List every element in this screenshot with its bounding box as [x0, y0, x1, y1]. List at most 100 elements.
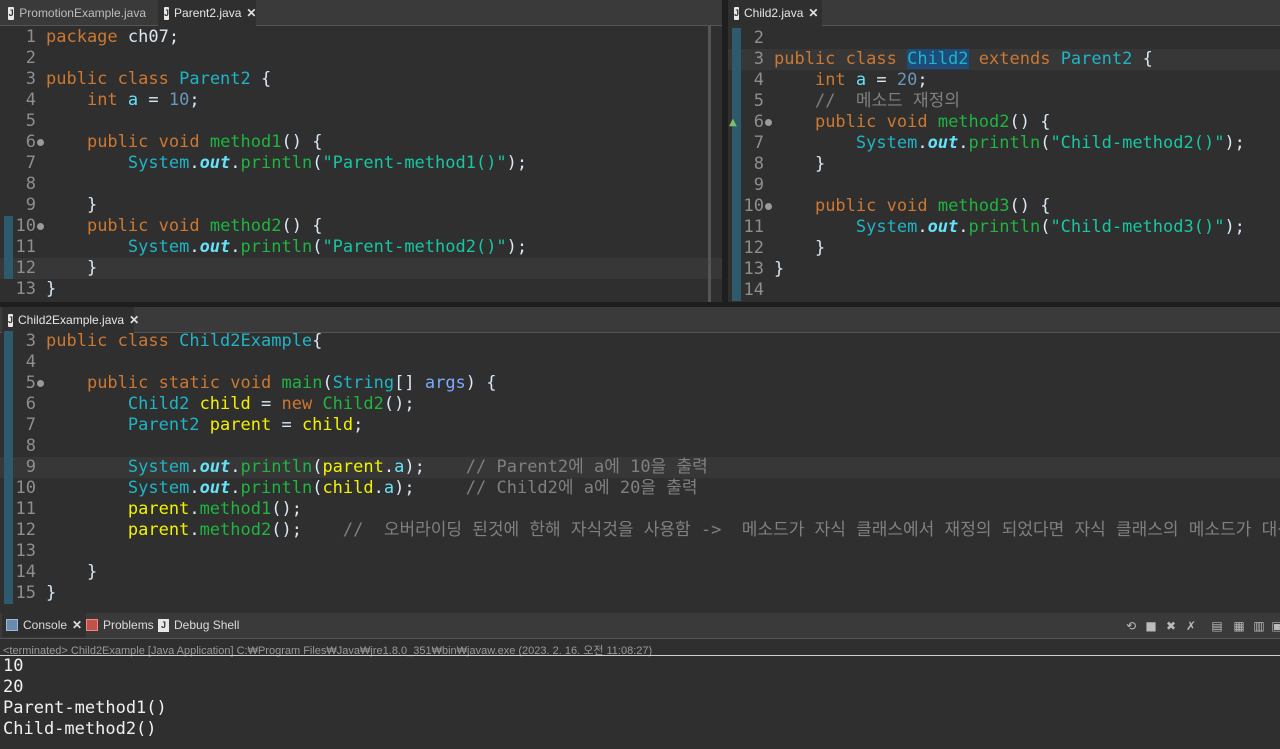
code-token: { [250, 69, 272, 89]
code-line[interactable]: 11 parent.method1(); [0, 499, 1280, 520]
scroll-lock-icon[interactable]: ▥ [1252, 619, 1266, 633]
code-text: } [46, 258, 97, 279]
code-token: (); [383, 394, 415, 414]
fold-toggle-icon[interactable] [37, 223, 44, 230]
code-text: parent.method1(); [46, 499, 302, 520]
tab-label: PromotionExample.java [19, 6, 146, 20]
code-line[interactable]: 13} [0, 279, 722, 300]
code-line[interactable]: 12 parent.method2(); // 오버라이딩 된것에 한해 자식것… [0, 520, 1280, 541]
tab-problems[interactable]: Problems [82, 613, 158, 637]
code-token: method1 [199, 499, 272, 519]
code-line[interactable]: 8 } [728, 154, 1280, 175]
code-line[interactable]: 7 System.out.println("Parent-method1()")… [0, 153, 722, 174]
tab-console[interactable]: Console ✕ [2, 613, 87, 637]
change-marker [4, 583, 13, 604]
code-editor[interactable]: 1 package ch07; 2 3 public class Parent2 {4 … [0, 26, 722, 302]
line-number: 9 [25, 195, 36, 215]
code-line[interactable]: 8 [0, 436, 1280, 457]
code-line[interactable]: 7 System.out.println("Child-method2()"); [728, 133, 1280, 154]
code-line[interactable]: 5 public static void main(String[] args)… [0, 373, 1280, 394]
code-token: . [189, 237, 200, 257]
code-token: ); [1224, 217, 1245, 237]
code-line[interactable]: 4 int a = 10; [0, 90, 722, 111]
vertical-scrollbar[interactable] [708, 26, 711, 302]
code-line[interactable]: 13} [728, 259, 1280, 280]
fold-toggle-icon[interactable] [765, 203, 772, 210]
fold-toggle-icon[interactable] [37, 380, 44, 387]
console-tabbar: Console ✕ Problems J Debug Shell ⟲ ■ ✖ ✗… [0, 613, 1280, 639]
code-text: System.out.println("Child-method3()"); [774, 217, 1245, 238]
code-token: . [189, 520, 200, 540]
tab-parent2[interactable]: J Parent2.java ✕ [158, 0, 256, 26]
code-line[interactable]: 8 [0, 174, 722, 195]
fold-toggle-icon[interactable] [37, 139, 44, 146]
remove-all-icon[interactable]: ✗ [1184, 619, 1198, 633]
code-line[interactable]: 9 [728, 175, 1280, 196]
code-token: // Parent2에 a에 10을 출력 [465, 457, 708, 477]
code-line[interactable]: 3 public class Child2 extends Parent2 { [728, 49, 1280, 70]
code-line[interactable]: 4 int a = 20; [728, 70, 1280, 91]
paste-icon[interactable]: ▦ [1232, 619, 1246, 633]
tab-child2[interactable]: J Child2.java ✕ [728, 0, 822, 26]
line-number: 11 [15, 237, 36, 257]
code-line[interactable]: 11 System.out.println("Parent-method2()"… [0, 237, 722, 258]
code-line[interactable]: 11 System.out.println("Child-method3()")… [728, 217, 1280, 238]
code-line[interactable]: 5 // 메소드 재정의 [728, 91, 1280, 112]
code-line[interactable]: 10 public void method2() { [0, 216, 722, 237]
tab-label: Parent2.java [174, 6, 242, 20]
code-line[interactable]: 14 [728, 280, 1280, 301]
code-token: Child2 [907, 49, 969, 69]
code-line[interactable]: 3 public class Parent2 { [0, 69, 722, 90]
close-icon[interactable]: ✕ [808, 6, 818, 20]
code-line[interactable]: ▲ 6 public void method2() { [728, 112, 1280, 133]
code-token: "Child-method2()" [1050, 133, 1225, 153]
code-line[interactable]: 5 [0, 111, 722, 132]
code-line[interactable]: 3 public class Child2Example{ [0, 331, 1280, 352]
code-token: println [240, 153, 313, 173]
change-marker [4, 562, 13, 583]
code-line[interactable]: 6 Child2 child = new Child2(); [0, 394, 1280, 415]
tab-promotion-example[interactable]: J PromotionExample.java [2, 0, 152, 26]
code-line[interactable]: 2 [728, 28, 1280, 49]
code-line[interactable]: 9 System.out.println(parent.a); // Paren… [0, 457, 1280, 478]
code-token: out [927, 217, 959, 237]
code-line[interactable]: 4 [0, 352, 1280, 373]
remove-launch-icon[interactable]: ✖ [1164, 619, 1178, 633]
code-token: = [866, 70, 897, 90]
code-token: . [230, 478, 241, 498]
pin-icon[interactable]: ⟲ [1124, 619, 1138, 633]
code-editor[interactable]: 3 public class Child2Example{4 5 public st… [0, 329, 1280, 610]
code-line[interactable]: 13 [0, 541, 1280, 562]
code-token: method2 [937, 112, 1010, 132]
line-number: 6 [25, 394, 36, 414]
code-line[interactable]: 6 public void method1() { [0, 132, 722, 153]
tab-debug-shell[interactable]: J Debug Shell [154, 613, 243, 637]
code-line[interactable]: 12 } [728, 238, 1280, 259]
code-line[interactable]: 10 System.out.println(child.a); // Child… [0, 478, 1280, 499]
override-icon[interactable]: ▲ [729, 112, 737, 133]
problems-icon [86, 619, 98, 631]
display-console-icon[interactable]: ▣ [1270, 619, 1280, 633]
line-number: 14 [15, 562, 36, 582]
code-line[interactable]: 9 } [0, 195, 722, 216]
code-line[interactable]: 15} [0, 583, 1280, 604]
console-pane: Console ✕ Problems J Debug Shell ⟲ ■ ✖ ✗… [0, 613, 1280, 749]
close-icon[interactable]: ✕ [72, 618, 82, 632]
code-line[interactable]: 2 [0, 48, 722, 69]
line-number: 4 [25, 352, 36, 372]
code-line[interactable]: 1 package ch07; [0, 27, 722, 48]
code-line[interactable]: 12 } [0, 258, 722, 279]
close-icon[interactable]: ✕ [246, 6, 256, 20]
code-line[interactable]: 10 public void method3() { [728, 196, 1280, 217]
close-icon[interactable]: ✕ [129, 313, 139, 327]
copy-icon[interactable]: ▤ [1210, 619, 1224, 633]
code-line[interactable]: 14 } [0, 562, 1280, 583]
stop-icon[interactable]: ■ [1144, 619, 1158, 633]
code-line[interactable]: 7 Parent2 parent = child; [0, 415, 1280, 436]
code-editor[interactable]: 2 3 public class Child2 extends Parent2 {4… [728, 26, 1280, 302]
fold-toggle-icon[interactable] [765, 119, 772, 126]
